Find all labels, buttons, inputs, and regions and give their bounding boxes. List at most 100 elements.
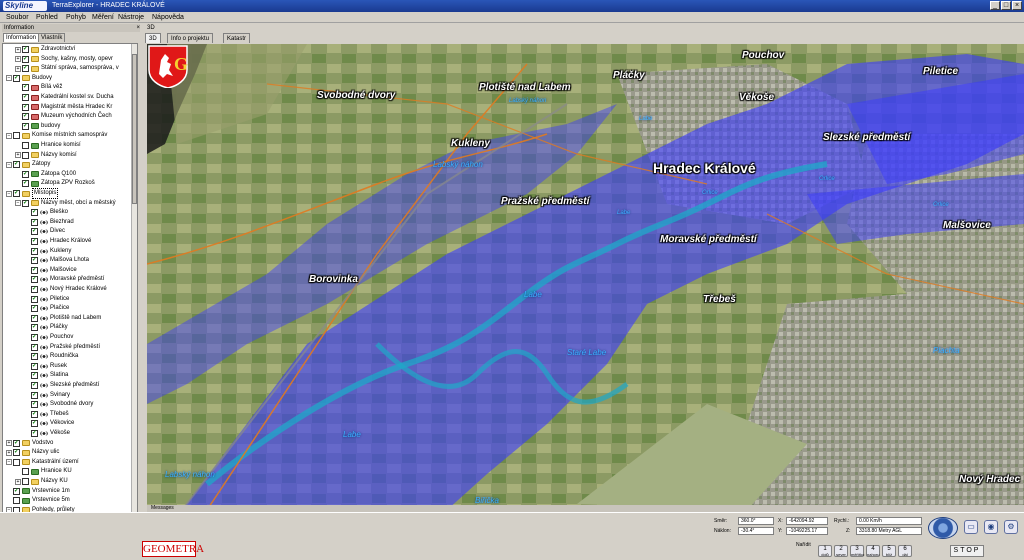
tree-item[interactable]: − Komise místních samospráv bbox=[6, 131, 107, 140]
layer-checkbox[interactable]: ✓ bbox=[31, 257, 38, 265]
layer-checkbox[interactable] bbox=[22, 151, 29, 159]
tree-item[interactable]: + ✓ Názvy ulic bbox=[6, 448, 59, 457]
maximize-button[interactable]: □ bbox=[1001, 1, 1011, 10]
tree-item[interactable]: − ✓ Zátopy bbox=[6, 160, 50, 169]
tree-scrollbar[interactable] bbox=[131, 44, 137, 537]
tree-item[interactable]: + Názvy KU bbox=[15, 477, 68, 486]
layer-checkbox[interactable]: ✓ bbox=[31, 276, 38, 284]
tree-item[interactable]: − ✓ Místopis bbox=[6, 188, 59, 199]
layer-checkbox[interactable]: ✓ bbox=[13, 487, 20, 495]
layer-checkbox[interactable]: ✓ bbox=[22, 113, 29, 121]
menu-soubor[interactable]: Soubor bbox=[6, 13, 29, 22]
tree-item[interactable]: ✓ Piletice bbox=[24, 295, 69, 304]
menu-pohyb[interactable]: Pohyb bbox=[66, 13, 86, 22]
tree-item[interactable]: ✓ Divec bbox=[24, 227, 65, 236]
layer-checkbox[interactable]: ✓ bbox=[31, 238, 38, 245]
tree-item[interactable]: ✓ Biezhrad bbox=[24, 218, 74, 227]
expand-icon[interactable]: + bbox=[15, 56, 21, 63]
expand-icon[interactable]: + bbox=[6, 449, 12, 456]
layer-checkbox[interactable]: ✓ bbox=[31, 362, 38, 370]
tab-3d[interactable]: 3D bbox=[145, 33, 161, 43]
tree-item[interactable]: ✓ Kukleny bbox=[24, 247, 71, 256]
layer-checkbox[interactable]: ✓ bbox=[31, 334, 38, 341]
layer-checkbox[interactable]: ✓ bbox=[31, 353, 38, 361]
layer-checkbox[interactable] bbox=[22, 142, 29, 149]
tree-item[interactable]: − Katastrální území bbox=[6, 458, 79, 467]
tree-item[interactable]: ✓ Pražské předměstí bbox=[24, 343, 100, 352]
tree-item[interactable]: + Názvy komisí bbox=[15, 151, 77, 160]
layer-checkbox[interactable]: ✓ bbox=[13, 190, 20, 197]
layer-checkbox[interactable] bbox=[22, 468, 29, 476]
settings-icon[interactable]: ⚙ bbox=[1004, 520, 1018, 534]
tree-item[interactable]: ✓ Hradec Králové bbox=[24, 237, 91, 246]
tree-item[interactable]: + ✓ Sochy, kašny, mosty, opevr bbox=[15, 55, 113, 64]
tree-item[interactable]: ✓ Svobodné dvory bbox=[24, 400, 93, 409]
tab-katastr[interactable]: Katastr bbox=[223, 33, 251, 43]
tree-item[interactable]: ✓ Vrstevnice 1m bbox=[6, 487, 70, 496]
messages-bar[interactable]: Messages bbox=[147, 505, 1024, 512]
layer-checkbox[interactable]: ✓ bbox=[31, 286, 38, 293]
collapse-icon[interactable]: − bbox=[6, 459, 12, 466]
tree-item[interactable]: ✓ Třebeš bbox=[24, 410, 69, 419]
collapse-icon[interactable]: − bbox=[6, 190, 12, 197]
layer-checkbox[interactable]: ✓ bbox=[31, 382, 38, 389]
layer-checkbox[interactable]: ✓ bbox=[31, 314, 38, 322]
shortcut-button[interactable]: 6 dál bbox=[898, 545, 912, 557]
tree-item[interactable]: ✓ budovy bbox=[15, 122, 60, 131]
layer-checkbox[interactable]: ✓ bbox=[22, 94, 29, 101]
menu-mereni[interactable]: Měření bbox=[92, 13, 114, 22]
layer-checkbox[interactable]: ✓ bbox=[22, 84, 29, 92]
tree-scroll-thumb[interactable] bbox=[132, 54, 137, 204]
layer-checkbox[interactable]: ✓ bbox=[22, 46, 29, 53]
layer-checkbox[interactable]: ✓ bbox=[22, 65, 29, 73]
collapse-icon[interactable]: − bbox=[15, 200, 21, 207]
map-view-icon[interactable]: ▭ bbox=[964, 520, 978, 534]
layer-checkbox[interactable]: ✓ bbox=[31, 430, 38, 437]
expand-icon[interactable]: + bbox=[15, 478, 21, 485]
layer-checkbox[interactable]: ✓ bbox=[13, 449, 20, 457]
layer-checkbox[interactable]: ✓ bbox=[31, 209, 38, 217]
layer-checkbox[interactable] bbox=[22, 478, 29, 485]
layer-checkbox[interactable]: ✓ bbox=[31, 372, 38, 380]
tree-item[interactable]: ✓ Slezské předměstí bbox=[24, 381, 99, 390]
layer-checkbox[interactable]: ✓ bbox=[22, 122, 29, 130]
minimize-button[interactable]: _ bbox=[990, 1, 1000, 10]
stop-button[interactable]: STOP bbox=[950, 545, 984, 557]
tree-item[interactable]: ✓ Malšovice bbox=[24, 266, 77, 275]
tab-info-o-projektu[interactable]: Info o projektu bbox=[167, 33, 214, 43]
layer-checkbox[interactable]: ✓ bbox=[31, 343, 38, 351]
layer-checkbox[interactable]: ✓ bbox=[22, 103, 29, 111]
tree-item[interactable]: ✓ Věkovice bbox=[24, 419, 74, 428]
layer-checkbox[interactable]: ✓ bbox=[31, 401, 38, 409]
tree-item[interactable]: ✓ Moravské předměstí bbox=[24, 275, 104, 284]
expand-icon[interactable]: + bbox=[15, 46, 21, 53]
tree-item[interactable]: ✓ Muzeum východních Čech bbox=[15, 112, 112, 121]
shortcut-button[interactable]: 4 nahoru bbox=[866, 545, 880, 557]
layer-checkbox[interactable]: ✓ bbox=[13, 439, 20, 447]
tree-item[interactable]: − ✓ Názvy měst, obcí a městský bbox=[15, 199, 116, 208]
tree-item[interactable]: ✓ Věkoše bbox=[24, 429, 70, 438]
expand-icon[interactable]: + bbox=[15, 65, 21, 72]
layer-checkbox[interactable]: ✓ bbox=[31, 305, 38, 313]
3d-map-view[interactable]: G Pouchov Piletice Pláčky Věkoše Svobodn… bbox=[147, 44, 1024, 510]
layer-checkbox[interactable] bbox=[13, 497, 20, 505]
collapse-icon[interactable]: − bbox=[6, 161, 12, 168]
expand-icon[interactable]: + bbox=[6, 440, 12, 447]
tree-item[interactable]: ✓ Roudnička bbox=[24, 352, 78, 361]
tree-item[interactable]: ✓ Rusek bbox=[24, 362, 67, 371]
layer-checkbox[interactable]: ✓ bbox=[13, 74, 20, 82]
menu-nastroje[interactable]: Nástroje bbox=[118, 13, 144, 22]
tree-item[interactable]: Hranice komisí bbox=[15, 141, 81, 150]
shortcut-button[interactable]: 5 blíž bbox=[882, 545, 896, 557]
layer-checkbox[interactable]: ✓ bbox=[13, 161, 20, 169]
layer-checkbox[interactable]: ✓ bbox=[31, 266, 38, 274]
tree-item[interactable]: + ✓ Vodstvo bbox=[6, 439, 53, 448]
tree-item[interactable]: + ✓ Zdravotnictví bbox=[15, 45, 75, 54]
tree-item[interactable]: ✓ Pláčky bbox=[24, 323, 68, 332]
tree-item[interactable]: ✓ Slatina bbox=[24, 371, 68, 380]
menu-pohled[interactable]: Pohled bbox=[36, 13, 58, 22]
tree-item[interactable]: ✓ Bílá věž bbox=[15, 83, 62, 92]
tree-item[interactable]: ✓ Katedrální kostel sv. Ducha bbox=[15, 93, 114, 102]
tree-item[interactable]: ✓ Bleško bbox=[24, 208, 68, 217]
tab-information[interactable]: Information bbox=[3, 33, 40, 42]
